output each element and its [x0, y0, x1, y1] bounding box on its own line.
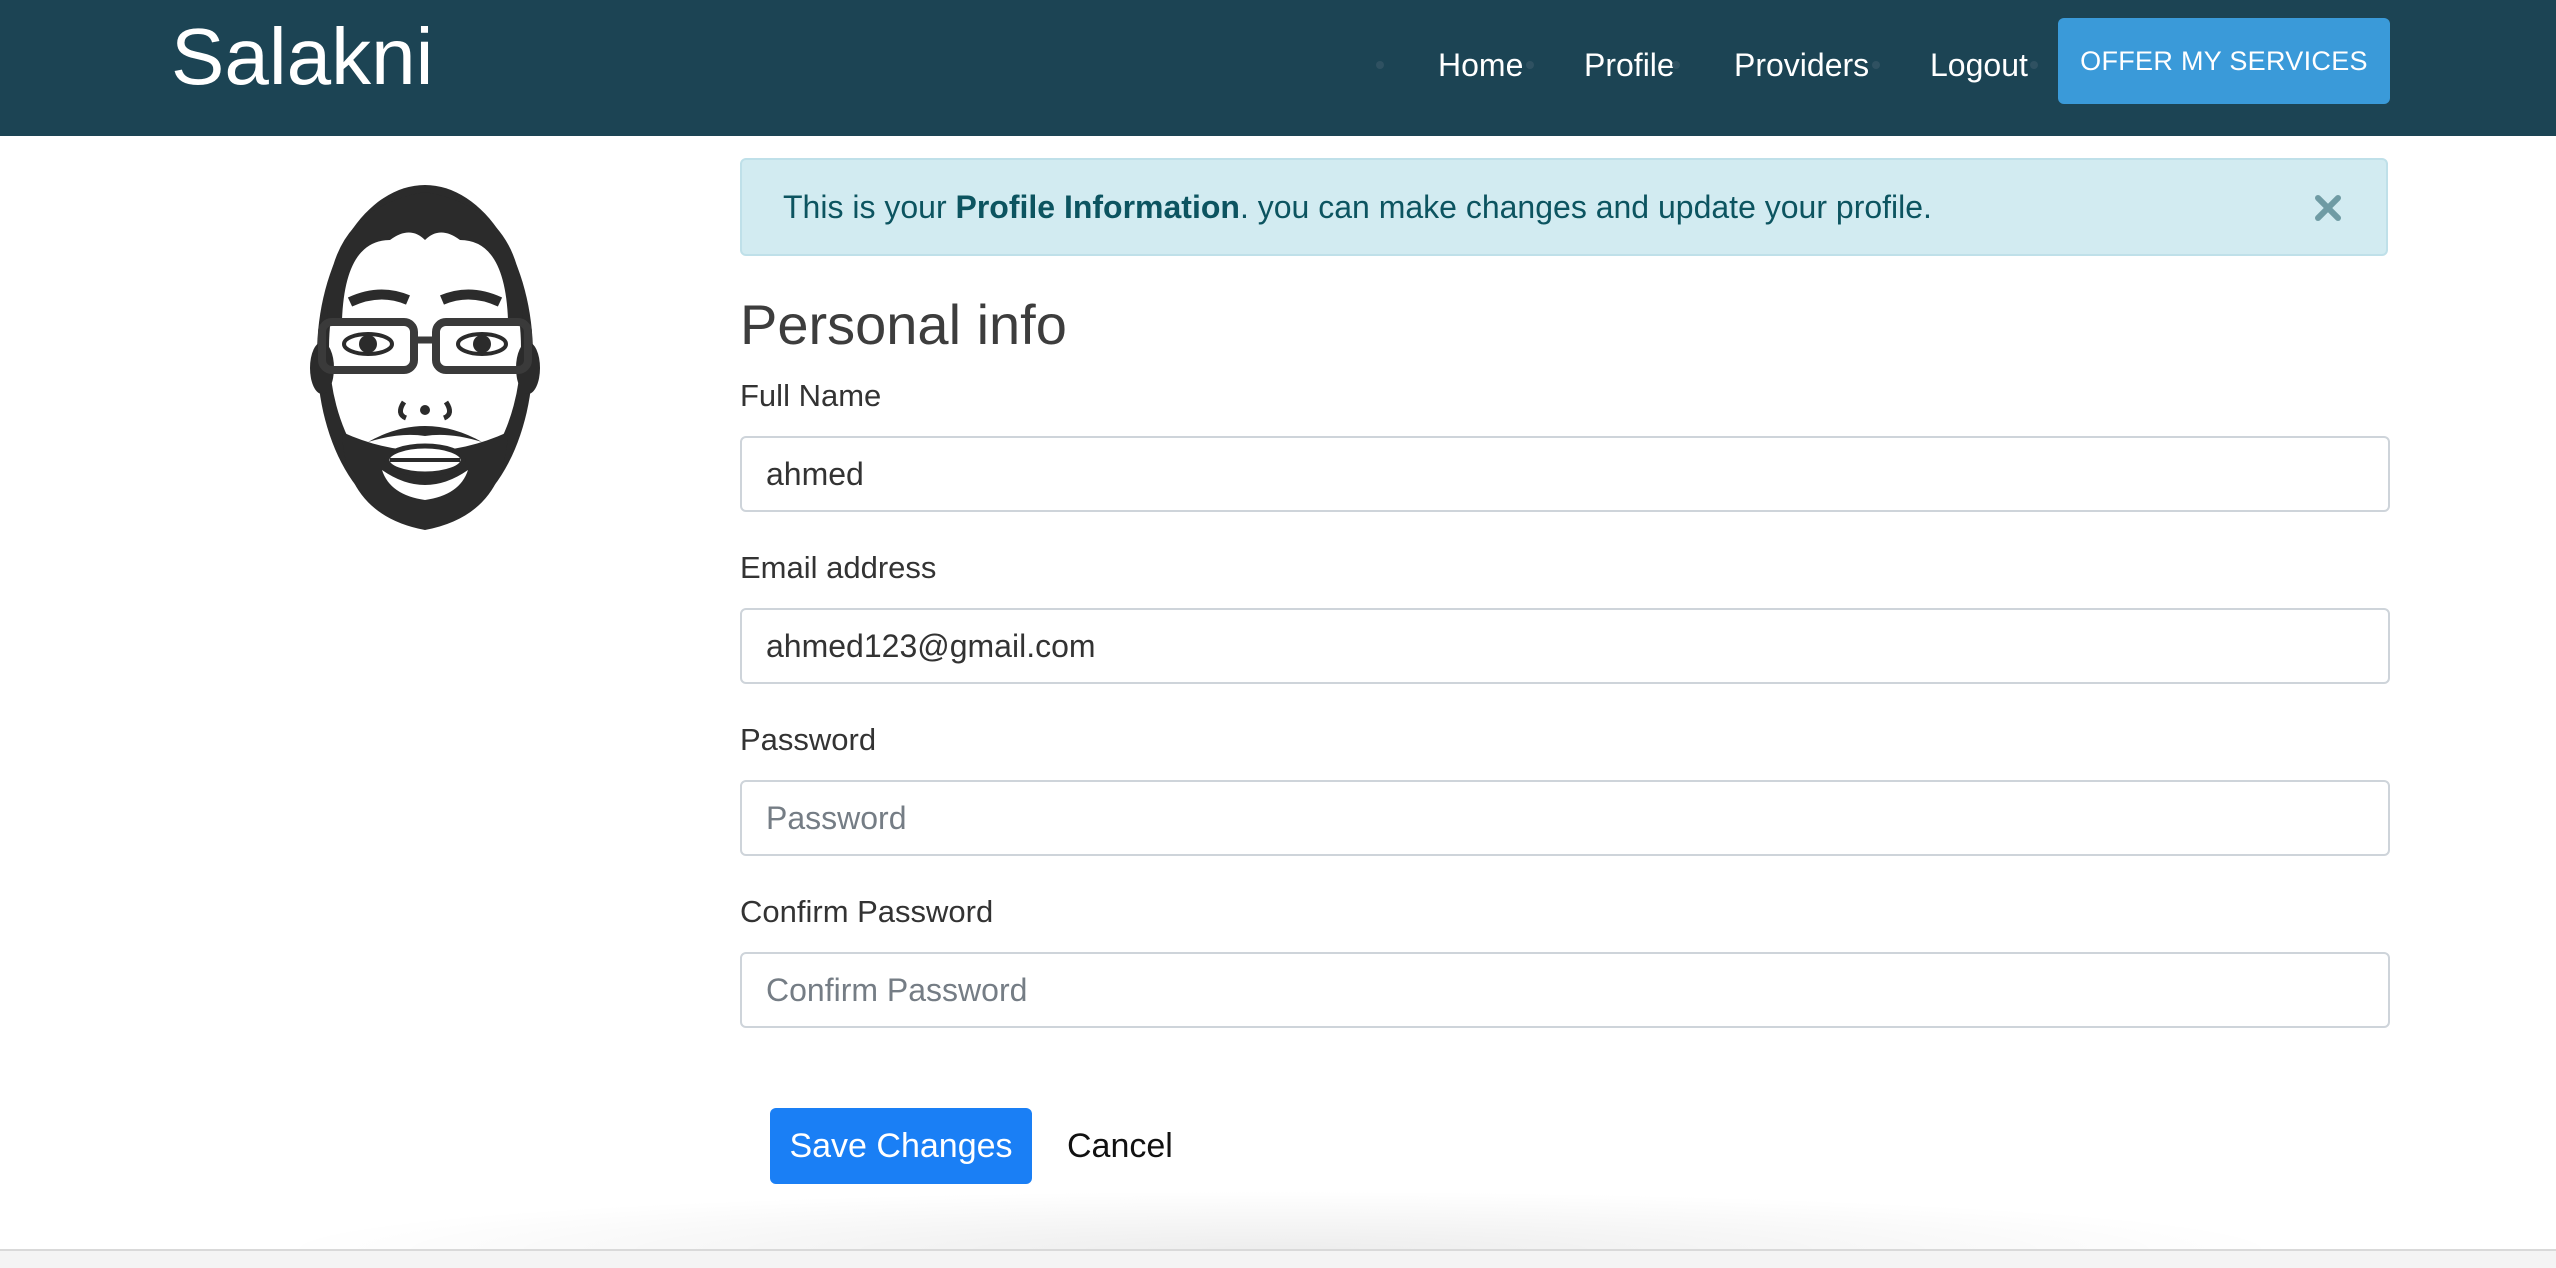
footer-bar — [0, 1251, 2556, 1268]
nav-profile[interactable]: Profile — [1584, 40, 1675, 90]
profile-info-alert: This is your Profile Information. you ca… — [740, 158, 2388, 256]
confirm-password-label: Confirm Password — [740, 894, 994, 929]
email-field[interactable] — [740, 608, 2390, 684]
offer-my-services-button[interactable]: OFFER MY SERVICES — [2058, 18, 2390, 104]
nav-separator-dot — [2030, 61, 2038, 69]
close-icon[interactable] — [2308, 188, 2348, 228]
full-name-field[interactable] — [740, 436, 2390, 512]
nav-logout[interactable]: Logout — [1930, 40, 2028, 90]
alert-message: This is your Profile Information. you ca… — [783, 160, 1932, 254]
save-changes-button[interactable]: Save Changes — [770, 1108, 1032, 1184]
full-name-label: Full Name — [740, 378, 882, 413]
footer-shadow — [260, 1190, 2300, 1250]
nav-home[interactable]: Home — [1438, 40, 1523, 90]
password-field[interactable] — [740, 780, 2390, 856]
top-navbar: Salakni Home Profile Providers Logout OF… — [0, 0, 2556, 136]
nav-separator-dot — [1376, 61, 1384, 69]
nav-separator-dot — [1526, 61, 1534, 69]
password-label: Password — [740, 722, 877, 757]
nav-separator-dot — [1872, 61, 1880, 69]
page-title: Personal info — [740, 293, 1067, 356]
cancel-button[interactable]: Cancel — [1067, 1108, 1173, 1184]
alert-suffix: . you can make changes and update your p… — [1239, 189, 1932, 225]
alert-prefix: This is your — [783, 189, 956, 225]
confirm-password-field[interactable] — [740, 952, 2390, 1028]
avatar-icon — [310, 185, 540, 530]
nav-separator-dot — [1672, 61, 1680, 69]
email-label: Email address — [740, 550, 937, 585]
alert-emphasis: Profile Information — [955, 189, 1240, 225]
nav-providers[interactable]: Providers — [1734, 40, 1869, 90]
